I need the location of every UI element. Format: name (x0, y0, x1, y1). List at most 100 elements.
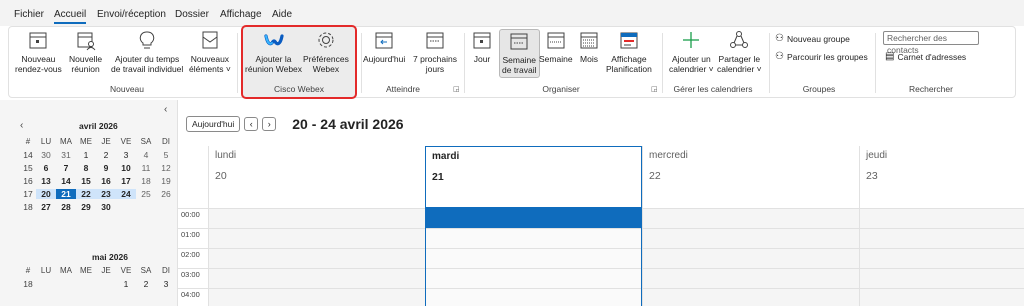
group-separator (662, 33, 663, 93)
mini-calendar-may: # LU MA ME JE VE SA DI 18 1 2 3 (20, 264, 176, 290)
next-7-days-label1: 7 prochains (413, 54, 457, 64)
day-header-monday[interactable]: lundi 20 (208, 146, 425, 208)
mini-calendar-day[interactable]: 14 (56, 176, 76, 186)
week-view-button[interactable]: Semaine (539, 29, 573, 64)
mini-calendar-day[interactable]: 22 (76, 188, 96, 199)
mini-calendar-day[interactable]: 1 (116, 279, 136, 289)
day-header-tuesday[interactable]: mardi 21 (425, 146, 642, 208)
ribbon: Nouveau rendez-vous Nouvelle réunion Ajo… (8, 25, 1016, 99)
mini-calendar-day[interactable]: 7 (56, 163, 76, 173)
mini-calendar-day[interactable]: 13 (36, 176, 56, 186)
prev-month-icon[interactable]: ‹ (20, 120, 23, 131)
mini-calendar-day[interactable]: 9 (96, 163, 116, 173)
day-column-monday[interactable] (208, 208, 425, 306)
previous-week-button[interactable]: ‹ (244, 117, 259, 131)
mini-calendar-day[interactable]: 1 (76, 150, 96, 160)
mini-calendar-day[interactable]: 3 (116, 150, 136, 160)
add-calendar-button[interactable]: Ajouter un calendrier ˅ (669, 29, 714, 74)
webex-preferences-button[interactable]: Préférences Webex (303, 29, 349, 74)
day-column-wednesday[interactable] (642, 208, 859, 306)
group-label-cisco-webex: Cisco Webex (274, 84, 324, 94)
weekday-header: ME (80, 266, 92, 275)
mini-calendar-day[interactable]: 18 (136, 176, 156, 186)
mini-calendar-day[interactable]: 30 (36, 150, 56, 160)
collapse-pane-icon[interactable]: ‹ (164, 104, 167, 115)
new-items-button[interactable]: Nouveaux éléments ˅ (189, 29, 231, 74)
new-appointment-button[interactable]: Nouveau rendez-vous (15, 29, 62, 74)
next-week-button[interactable]: › (262, 117, 277, 131)
selected-time-slot[interactable] (426, 208, 641, 228)
mini-calendar-day[interactable]: 27 (36, 202, 56, 212)
mini-calendar-day[interactable]: 26 (156, 189, 176, 199)
share-calendar-label1: Partager le (718, 54, 761, 64)
add-webex-label1: Ajouter la (255, 54, 292, 64)
mini-calendar-day[interactable]: 2 (136, 279, 156, 289)
month-view-button[interactable]: Mois (578, 29, 600, 64)
mini-calendar-day[interactable]: 12 (156, 163, 176, 173)
dialog-launcher-icon[interactable]: ◲ (453, 85, 460, 93)
today-ribbon-label: Aujourd'hui (363, 54, 406, 64)
new-meeting-button[interactable]: Nouvelle réunion (69, 29, 102, 74)
mini-calendar-day[interactable]: 25 (136, 189, 156, 199)
group-label-rechercher: Rechercher (909, 84, 953, 94)
next-7-days-button[interactable]: 7 prochains jours (413, 29, 457, 74)
mini-calendar-april-title: avril 2026 (79, 121, 118, 131)
tab-aide[interactable]: Aide (272, 9, 292, 20)
day-view-icon (473, 32, 491, 49)
mini-calendar-day[interactable]: 19 (156, 176, 176, 186)
tab-accueil[interactable]: Accueil (54, 9, 87, 24)
mini-calendar-day[interactable]: 20 (36, 188, 56, 199)
day-name: mardi (432, 151, 460, 162)
mini-calendar-may-title: mai 2026 (92, 252, 128, 262)
add-work-time-button[interactable]: Ajouter du temps de travail individuel (111, 29, 183, 74)
browse-groups-button[interactable]: ⚇ Parcourir les groupes (775, 51, 868, 62)
new-group-button[interactable]: ⚇ Nouveau groupe (775, 33, 850, 44)
day-header-thursday[interactable]: jeudi 23 (859, 146, 1024, 208)
mini-calendar-day[interactable]: 17 (116, 176, 136, 186)
mini-calendar-day[interactable]: 4 (136, 150, 156, 160)
day-view-button[interactable]: Jour (471, 29, 493, 64)
schedule-view-button[interactable]: Affichage Planification (606, 29, 652, 74)
mini-calendar-day[interactable]: 29 (76, 202, 96, 212)
day-number: 21 (432, 171, 444, 183)
tab-envoi-reception[interactable]: Envoi/réception (97, 9, 166, 20)
tab-dossier[interactable]: Dossier (175, 9, 209, 20)
mini-calendar-day[interactable]: 24 (116, 188, 136, 199)
mini-calendar-day[interactable]: 23 (96, 188, 116, 199)
dialog-launcher-icon[interactable]: ◲ (651, 85, 658, 93)
today-ribbon-button[interactable]: Aujourd'hui (363, 29, 405, 64)
tab-fichier[interactable]: Fichier (14, 9, 44, 20)
address-book-button[interactable]: ▤ Carnet d'adresses (885, 51, 966, 62)
mini-calendar-day[interactable]: 21 (56, 188, 76, 199)
weekday-header: # (25, 266, 31, 275)
mini-calendar-day[interactable]: 3 (156, 279, 176, 289)
mini-calendar-day[interactable]: 11 (136, 163, 156, 173)
work-week-view-button[interactable]: Semaine de travail (499, 29, 540, 78)
time-label: 04:00 (178, 288, 208, 306)
mini-calendar-day[interactable]: 15 (76, 176, 96, 186)
mini-calendar-day[interactable]: 16 (96, 176, 116, 186)
mini-calendar-day[interactable]: 28 (56, 202, 76, 212)
mini-calendar-day[interactable]: 31 (56, 150, 76, 160)
mini-calendar-day[interactable]: 6 (36, 163, 56, 173)
mini-calendar-day[interactable]: 2 (96, 150, 116, 160)
mini-calendar-day[interactable]: 8 (76, 163, 96, 173)
search-contacts-input[interactable]: Rechercher des contacts (883, 31, 979, 55)
tab-affichage[interactable]: Affichage (220, 9, 262, 20)
mini-calendar-day[interactable]: 5 (156, 150, 176, 160)
mini-calendar-day[interactable]: 30 (96, 202, 116, 212)
group-people-icon: ⚇ (775, 51, 784, 62)
add-work-time-label1: Ajouter du temps (115, 54, 180, 64)
add-work-time-label2: de travail individuel (111, 64, 184, 74)
time-label: 01:00 (178, 228, 208, 248)
share-calendar-button[interactable]: Partager le calendrier ˅ (717, 29, 762, 74)
add-webex-meeting-button[interactable]: Ajouter la réunion Webex (245, 29, 302, 74)
day-column-thursday[interactable] (859, 208, 1024, 306)
time-label: 02:00 (178, 248, 208, 268)
today-button[interactable]: Aujourd'hui (186, 116, 241, 132)
day-header-wednesday[interactable]: mercredi 22 (642, 146, 859, 208)
weekday-header: # (25, 137, 31, 146)
mini-calendar-day[interactable]: 10 (116, 163, 136, 173)
day-column-tuesday[interactable] (425, 208, 642, 306)
week-number: 14 (23, 149, 33, 160)
